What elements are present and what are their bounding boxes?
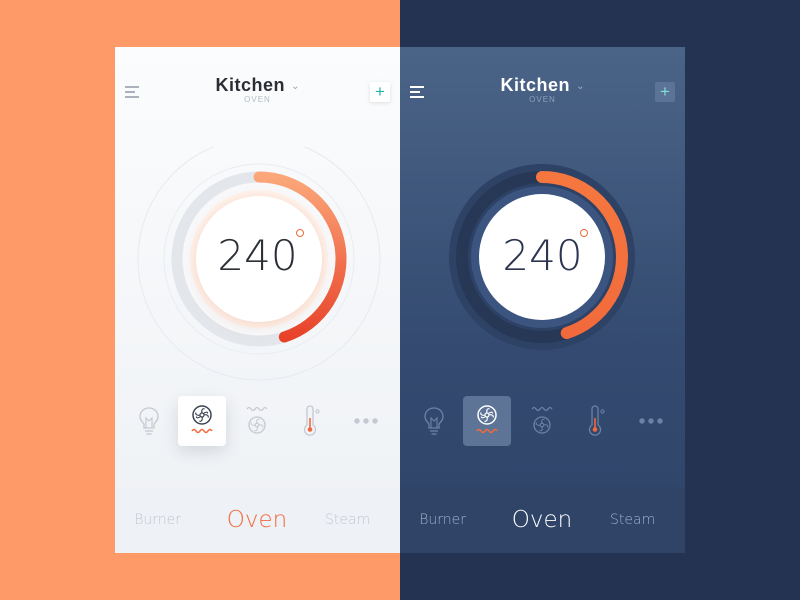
room-title: Kitchen <box>215 75 286 95</box>
chevron-down-icon: ⌄ <box>576 81 585 93</box>
fan-oven-icon <box>476 405 498 434</box>
lightbulb-icon <box>424 407 444 435</box>
tab-steam[interactable]: Steam <box>325 487 400 553</box>
tab-oven[interactable]: Oven <box>207 487 307 553</box>
fan-oven-icon <box>191 405 213 434</box>
device-subtitle: OVEN <box>244 95 271 104</box>
mode-light[interactable] <box>410 396 458 446</box>
mode-fan-oven[interactable] <box>178 396 226 446</box>
oven-panel-dark: Kitchen ⌄ OVEN + 240 Burner Oven Steam <box>400 47 685 553</box>
mode-more[interactable] <box>627 396 675 446</box>
chevron-down-icon: ⌄ <box>291 81 300 93</box>
fan-top-heat-icon <box>246 406 268 434</box>
room-selector[interactable]: Kitchen ⌄ <box>400 75 685 96</box>
more-dots-icon <box>639 418 663 424</box>
temperature-value: 240 <box>217 231 298 280</box>
mode-more[interactable] <box>342 396 390 446</box>
lightbulb-icon <box>139 407 159 435</box>
mode-temperature[interactable] <box>571 396 619 446</box>
cooking-tabs: Burner Oven Steam <box>115 487 400 553</box>
room-selector[interactable]: Kitchen ⌄ <box>115 75 400 96</box>
mode-selector <box>115 396 400 446</box>
mode-fan-top-heat[interactable] <box>233 396 281 446</box>
degree-circle-icon <box>296 229 304 237</box>
tab-oven[interactable]: Oven <box>492 487 592 553</box>
mode-fan-oven[interactable] <box>463 396 511 446</box>
mode-selector <box>400 396 685 446</box>
cooking-tabs: Burner Oven Steam <box>400 487 685 553</box>
add-button[interactable]: + <box>370 82 390 102</box>
device-subtitle: OVEN <box>529 95 556 104</box>
tab-steam[interactable]: Steam <box>610 487 685 553</box>
oven-panel-light: Kitchen ⌄ OVEN + 240 Burner Oven Steam <box>115 47 400 553</box>
thermometer-icon <box>303 405 320 436</box>
temperature-value: 240 <box>502 231 583 280</box>
tab-burner[interactable]: Burner <box>400 487 466 553</box>
mode-light[interactable] <box>125 396 173 446</box>
more-dots-icon <box>354 418 378 424</box>
room-title: Kitchen <box>500 75 571 95</box>
thermometer-icon <box>588 405 605 436</box>
degree-circle-icon <box>580 229 588 237</box>
add-button[interactable]: + <box>655 82 675 102</box>
mode-temperature[interactable] <box>286 396 334 446</box>
tab-burner[interactable]: Burner <box>115 487 181 553</box>
fan-top-heat-icon <box>531 406 553 434</box>
mode-fan-top-heat[interactable] <box>518 396 566 446</box>
